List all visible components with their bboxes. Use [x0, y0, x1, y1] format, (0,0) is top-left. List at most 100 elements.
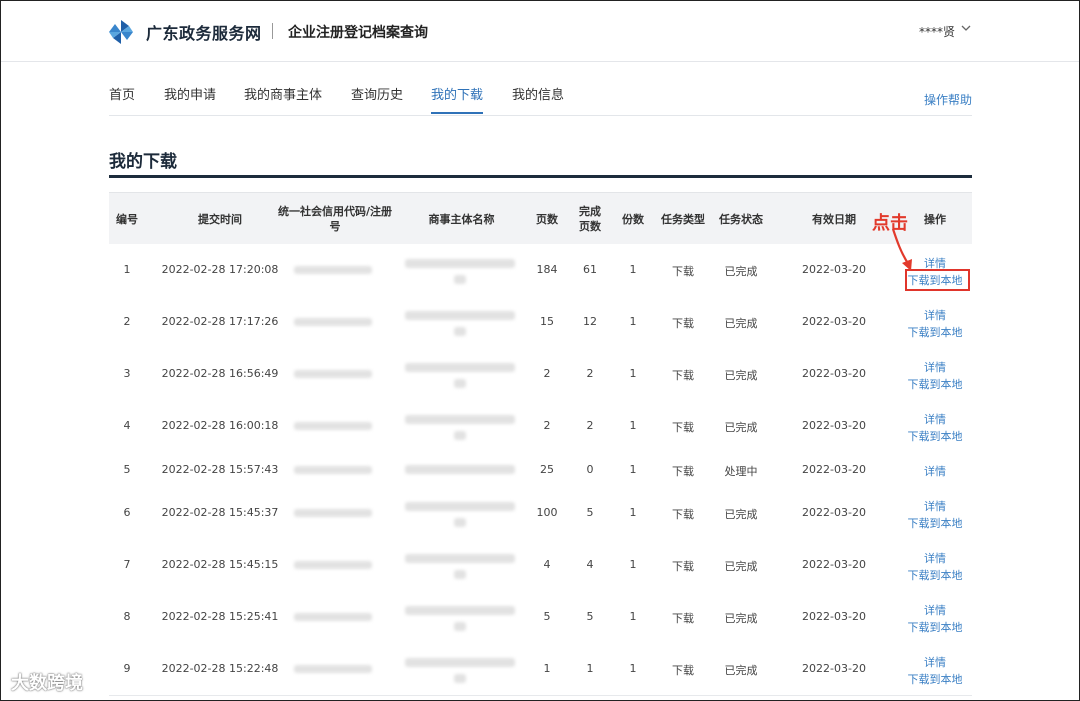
done-pages: 12	[583, 315, 597, 328]
tab-home[interactable]: 首页	[109, 87, 135, 114]
table-row: 6 2022-02-28 15:45:37 100 5 1 下载 已完成 2022-03-20…	[109, 487, 972, 540]
copies: 1	[629, 263, 637, 276]
expiry-date: 2022-03-20	[802, 463, 866, 476]
table-row: 5 2022-02-28 15:57:43 25 0 1 下载 处理中 2022-03-20 详…	[109, 452, 972, 488]
user-name[interactable]: ****贤	[919, 23, 955, 40]
red-arrow-icon	[891, 228, 912, 271]
header-done-line2: 页数	[579, 220, 601, 233]
done-pages: 1	[586, 662, 594, 675]
submit-time: 2022-02-28 15:45:37	[161, 506, 279, 519]
done-pages: 0	[586, 463, 594, 476]
copies: 1	[629, 662, 637, 675]
tab-my-applications[interactable]: 我的申请	[164, 87, 216, 114]
copies: 1	[629, 315, 637, 328]
tab-my-info[interactable]: 我的信息	[512, 87, 564, 114]
redacted-entity-name-line2	[454, 518, 466, 527]
redacted-entity-name	[405, 363, 515, 372]
row-number: 8	[123, 610, 131, 623]
redacted-entity-name	[405, 465, 515, 474]
redacted-credit-code	[294, 370, 372, 378]
task-status: 已完成	[724, 612, 758, 625]
tab-query-history[interactable]: 查询历史	[351, 87, 403, 114]
header-pages: 页数	[536, 213, 558, 226]
redacted-credit-code	[294, 318, 372, 326]
expiry-date: 2022-03-20	[802, 263, 866, 276]
detail-link[interactable]: 详情	[909, 307, 961, 323]
tab-my-downloads[interactable]: 我的下载	[431, 87, 484, 114]
redacted-entity-name-line2	[454, 275, 466, 284]
download-to-local-link[interactable]: 下载到本地	[905, 428, 965, 444]
table-header: 编号 提交时间 统一社会信用代码/注册 号 商事主体名称 页数 完成 页数 份数…	[109, 192, 972, 246]
task-type: 下载	[672, 369, 694, 382]
task-status: 已完成	[724, 421, 758, 434]
row-number: 2	[123, 315, 131, 328]
copies: 1	[629, 558, 637, 571]
redacted-entity-name-line2	[454, 674, 466, 683]
detail-link[interactable]: 详情	[909, 463, 961, 479]
redacted-entity-name	[405, 415, 515, 424]
header-ops: 操作	[924, 213, 946, 226]
expiry-date: 2022-03-20	[802, 419, 866, 432]
copies: 1	[629, 610, 637, 623]
redacted-entity-name	[405, 259, 515, 268]
submit-time: 2022-02-28 15:45:15	[161, 558, 279, 571]
detail-link[interactable]: 详情	[909, 498, 961, 514]
submit-time: 2022-02-28 15:57:43	[161, 463, 279, 476]
submit-time: 2022-02-28 16:56:49	[161, 367, 279, 380]
download-to-local-link[interactable]: 下载到本地	[905, 515, 965, 531]
chevron-down-icon[interactable]	[959, 21, 973, 35]
copies: 1	[629, 367, 637, 380]
detail-link[interactable]: 详情	[909, 359, 961, 375]
page-count: 184	[536, 263, 558, 276]
done-pages: 2	[586, 419, 594, 432]
download-to-local-link[interactable]: 下载到本地	[905, 671, 965, 687]
done-pages: 4	[586, 558, 594, 571]
redacted-entity-name	[405, 658, 515, 667]
table-row: 2 2022-02-28 17:17:26 15 12 1 下载 已完成 2022-03-20…	[109, 296, 972, 349]
redacted-credit-code	[294, 466, 372, 474]
title-underline	[109, 175, 972, 178]
header-credit-code-line1: 统一社会信用代码/注册	[277, 205, 393, 218]
task-status: 已完成	[724, 508, 758, 521]
redacted-credit-code	[294, 613, 372, 621]
table-row: 9 2022-02-28 15:22:48 1 1 1 下载 已完成 2022-03-20 详情…	[109, 643, 972, 696]
detail-link[interactable]: 详情	[909, 602, 961, 618]
expiry-date: 2022-03-20	[802, 610, 866, 623]
app-window: 广东政务服务网 企业注册登记档案查询 ****贤 首页 我的申请 我的商事主体 …	[0, 0, 1080, 701]
header-done-pages: 完成 页数	[572, 204, 608, 234]
expiry-date: 2022-03-20	[802, 315, 866, 328]
pinwheel-logo-icon	[109, 20, 133, 44]
page-count: 1	[543, 662, 551, 675]
header-credit-code-line2: 号	[329, 220, 341, 233]
task-status: 已完成	[724, 265, 758, 278]
download-to-local-link[interactable]: 下载到本地	[905, 619, 965, 635]
copies: 1	[629, 419, 637, 432]
task-status: 已完成	[724, 664, 758, 677]
download-to-local-link[interactable]: 下载到本地	[905, 324, 965, 340]
detail-link[interactable]: 详情	[909, 550, 961, 566]
done-pages: 5	[586, 610, 594, 623]
row-number: 1	[123, 263, 131, 276]
header-divider	[272, 23, 273, 39]
header-task-type: 任务类型	[661, 213, 705, 226]
tab-my-entities[interactable]: 我的商事主体	[244, 87, 322, 114]
task-type: 下载	[672, 421, 694, 434]
download-to-local-link[interactable]: 下载到本地	[905, 567, 965, 583]
table-row: 7 2022-02-28 15:45:15 4 4 1 下载 已完成 2022-03-20 详情…	[109, 539, 972, 592]
detail-link[interactable]: 详情	[909, 654, 961, 670]
redacted-entity-name	[405, 554, 515, 563]
redacted-entity-name-line2	[454, 570, 466, 579]
detail-link[interactable]: 详情	[909, 411, 961, 427]
site-name[interactable]: 广东政务服务网	[146, 20, 262, 44]
page-count: 2	[543, 419, 551, 432]
page-count: 15	[540, 315, 554, 328]
header-expiry: 有效日期	[812, 213, 856, 226]
task-type: 下载	[672, 612, 694, 625]
page-count: 100	[536, 506, 558, 519]
download-to-local-link[interactable]: 下载到本地	[905, 376, 965, 392]
help-link[interactable]: 操作帮助	[924, 91, 972, 108]
expiry-date: 2022-03-20	[802, 367, 866, 380]
redacted-credit-code	[294, 422, 372, 430]
page-title: 我的下载	[109, 152, 177, 172]
submit-time: 2022-02-28 17:17:26	[161, 315, 279, 328]
